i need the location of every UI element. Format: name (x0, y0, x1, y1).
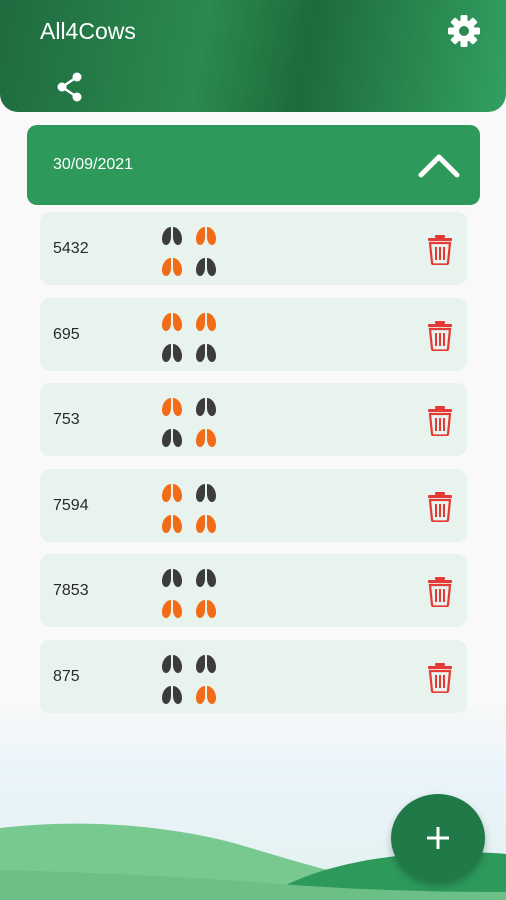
teat-icon (194, 683, 218, 705)
cow-record-card[interactable]: 7594 (40, 469, 467, 542)
teat-icon (194, 255, 218, 277)
teat-icon (160, 512, 184, 534)
delete-button[interactable] (426, 576, 454, 608)
teat-icon (160, 683, 184, 705)
plus-icon (427, 827, 449, 849)
teat-icon (160, 395, 184, 417)
cow-id: 5432 (53, 240, 89, 257)
cow-id: 695 (53, 326, 80, 343)
udder-status (155, 554, 273, 627)
group-date: 30/09/2021 (53, 156, 134, 173)
cow-id: 875 (53, 668, 80, 685)
trash-icon (428, 235, 452, 266)
teat-icon (194, 341, 218, 363)
teat-icon (194, 566, 218, 588)
cow-id: 7594 (53, 497, 89, 514)
udder-status (155, 298, 273, 371)
cow-record-card[interactable]: 875 (40, 640, 467, 713)
cow-record-card[interactable]: 7853 (40, 554, 467, 627)
delete-button[interactable] (426, 491, 454, 523)
teat-icon (194, 652, 218, 674)
teat-icon (160, 310, 184, 332)
delete-button[interactable] (426, 234, 454, 266)
teat-icon (160, 224, 184, 246)
trash-icon (428, 577, 452, 608)
trash-icon (428, 663, 452, 694)
udder-status (155, 469, 273, 542)
teat-icon (194, 512, 218, 534)
teat-icon (194, 426, 218, 448)
cow-record-card[interactable]: 695 (40, 298, 467, 371)
date-group-header[interactable]: 30/09/2021 (27, 125, 480, 205)
udder-status (155, 212, 273, 285)
teat-icon (160, 652, 184, 674)
share-button[interactable] (52, 69, 88, 105)
chevron-up-icon[interactable] (415, 149, 463, 181)
trash-icon (428, 406, 452, 437)
teat-icon (194, 395, 218, 417)
teat-icon (160, 566, 184, 588)
teat-icon (160, 426, 184, 448)
teat-icon (160, 341, 184, 363)
share-icon (57, 72, 82, 102)
cow-record-card[interactable]: 5432 (40, 212, 467, 285)
delete-button[interactable] (426, 662, 454, 694)
teat-icon (194, 224, 218, 246)
udder-status (155, 383, 273, 456)
udder-status (155, 640, 273, 713)
teat-icon (194, 310, 218, 332)
app-title: All4Cows (40, 18, 136, 44)
delete-button[interactable] (426, 320, 454, 352)
gear-icon (448, 15, 480, 47)
settings-button[interactable] (444, 11, 484, 51)
trash-icon (428, 492, 452, 523)
teat-icon (194, 481, 218, 503)
cow-record-card[interactable]: 753 (40, 383, 467, 456)
cow-id: 753 (53, 411, 80, 428)
teat-icon (160, 597, 184, 619)
app-bar: All4Cows (0, 0, 506, 112)
teat-icon (194, 597, 218, 619)
teat-icon (160, 255, 184, 277)
delete-button[interactable] (426, 405, 454, 437)
teat-icon (160, 481, 184, 503)
add-button[interactable] (391, 794, 485, 882)
cow-id: 7853 (53, 582, 89, 599)
trash-icon (428, 321, 452, 352)
